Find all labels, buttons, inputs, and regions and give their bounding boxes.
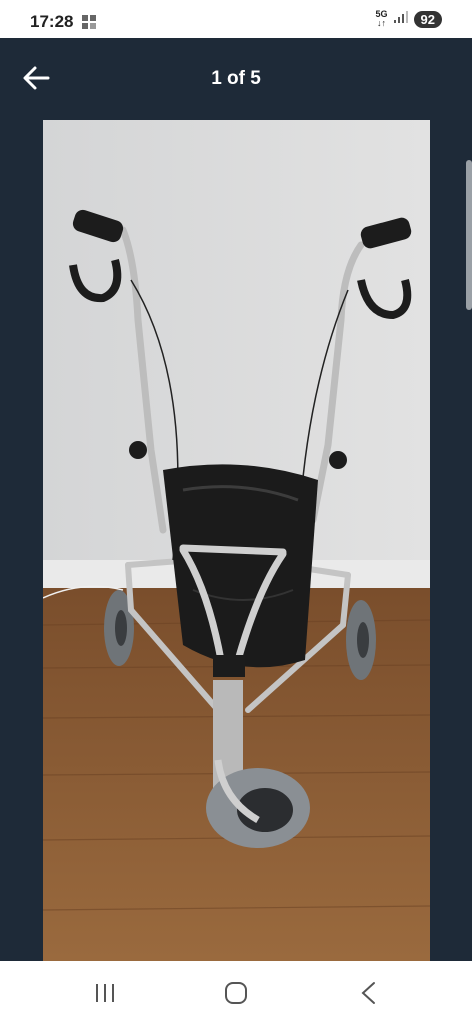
recents-icon (96, 984, 114, 1002)
app-bar: 1 of 5 (0, 38, 472, 118)
battery-badge: 92 (413, 10, 442, 28)
rear-right-wheel (346, 600, 376, 680)
signal-icon (393, 10, 408, 28)
gallery-image[interactable] (43, 120, 430, 961)
network-indicator: 5G ↓↑ (376, 10, 388, 28)
status-bar: 17:28 5G ↓↑ 92 (0, 0, 472, 38)
notification-app-icon (82, 15, 96, 34)
page-counter: 1 of 5 (211, 68, 261, 89)
nav-back-button[interactable] (348, 975, 388, 1011)
network-activity-label: ↓↑ (377, 18, 387, 28)
status-time: 17:28 (30, 12, 74, 31)
walker-bag (163, 464, 318, 668)
home-icon (225, 982, 247, 1004)
home-button[interactable] (216, 975, 256, 1011)
status-indicators: 5G ↓↑ 92 (376, 10, 442, 28)
scroll-indicator[interactable] (466, 160, 472, 310)
nav-back-icon (361, 982, 375, 1004)
system-nav-bar (0, 961, 472, 1024)
recents-button[interactable] (85, 975, 125, 1011)
